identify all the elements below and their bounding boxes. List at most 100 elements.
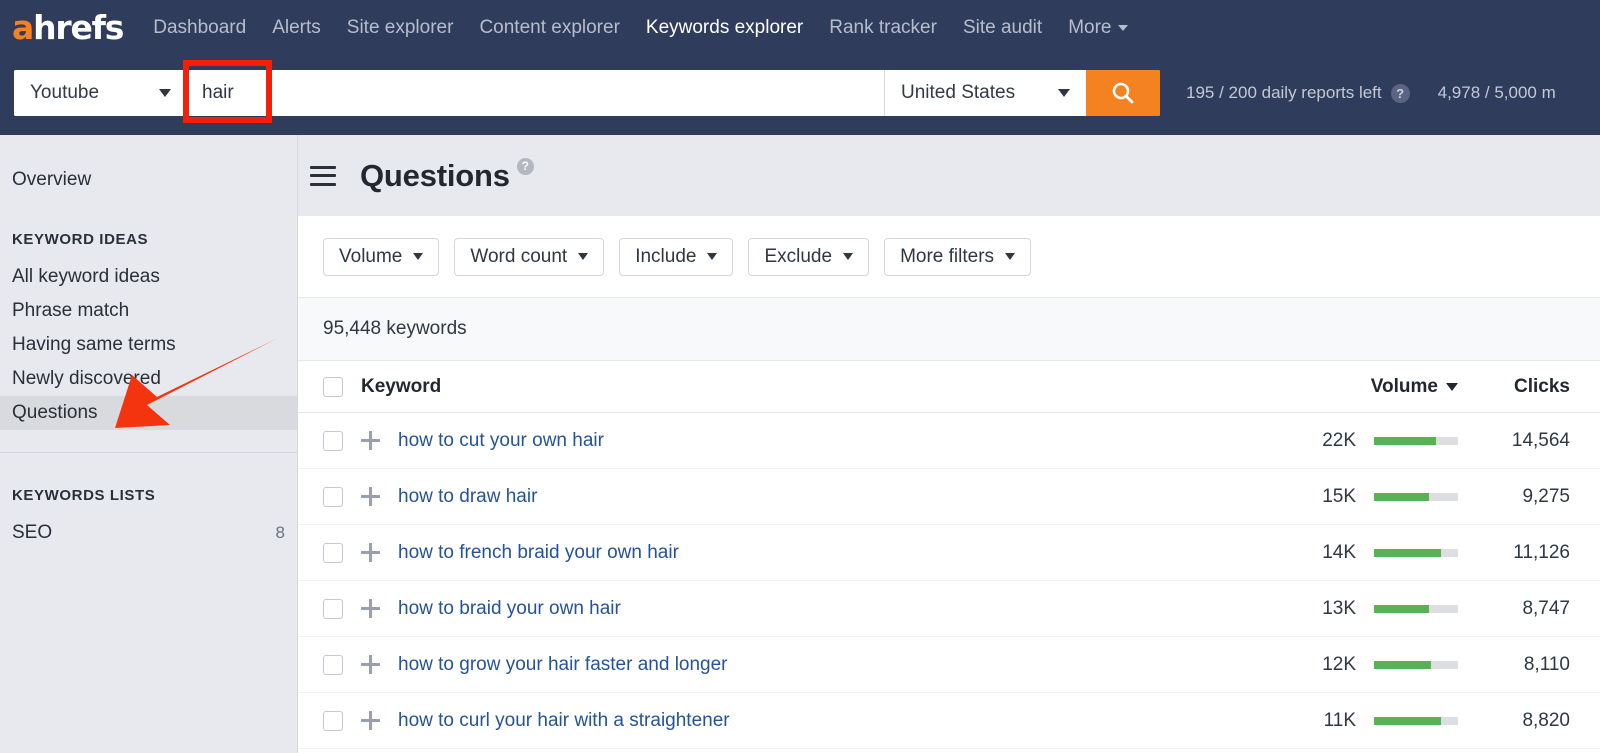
select-all-checkbox[interactable] [323, 376, 343, 397]
volume-value: 13K [1322, 597, 1356, 619]
nav-item-rank-tracker[interactable]: Rank tracker [829, 18, 937, 37]
search-engine-value: Youtube [30, 82, 100, 103]
chevron-down-icon [707, 253, 718, 260]
clicks-value: 11,126 [1513, 541, 1570, 563]
sidebar-item-all-keyword-ideas[interactable]: All keyword ideas [0, 260, 297, 294]
search-submit-button[interactable] [1086, 70, 1160, 116]
help-icon[interactable]: ? [1390, 83, 1410, 103]
search-query-input[interactable] [186, 70, 884, 116]
sidebar-item-phrase-match[interactable]: Phrase match [0, 294, 297, 328]
volume-bar [1374, 548, 1458, 557]
keyword-link[interactable]: how to curl your hair with a straightene… [398, 710, 1256, 732]
nav-item-site-audit[interactable]: Site audit [963, 18, 1042, 37]
column-header-keyword[interactable]: Keyword [361, 376, 1256, 398]
search-icon [1112, 82, 1134, 104]
row-checkbox[interactable] [323, 598, 343, 619]
top-navigation-bar: a hrefs Dashboard Alerts Site explorer Co… [0, 0, 1600, 135]
keyword-link[interactable]: how to cut your own hair [398, 430, 1256, 452]
hamburger-line [310, 174, 336, 177]
sidebar-item-label: Overview [12, 169, 92, 190]
search-engine-select[interactable]: Youtube [14, 70, 186, 116]
nav-item-site-explorer[interactable]: Site explorer [347, 18, 454, 37]
add-keyword-icon[interactable] [361, 599, 380, 618]
column-header-volume-label: Volume [1370, 375, 1438, 397]
nav-label: Site explorer [346, 17, 454, 38]
ahrefs-logo[interactable]: a hrefs [12, 11, 124, 44]
results-count: 95,448 keywords [323, 318, 467, 339]
filter-more-filters-button[interactable]: More filters [884, 237, 1032, 276]
volume-bar [1374, 604, 1458, 613]
sidebar-item-having-same-terms[interactable]: Having same terms [0, 328, 297, 362]
nav-item-more[interactable]: More [1068, 17, 1129, 38]
table-row[interactable]: how to grow your hair faster and longer 1… [298, 637, 1600, 693]
app-root: a hrefs Dashboard Alerts Site explorer Co… [0, 0, 1600, 753]
column-header-volume[interactable]: Volume [1256, 376, 1458, 398]
sidebar-item-label: SEO [12, 522, 53, 543]
sidebar: Overview KEYWORD IDEAS All keyword ideas… [0, 135, 298, 753]
row-checkbox[interactable] [323, 654, 343, 675]
sidebar-item-seo-list[interactable]: SEO 8 [0, 516, 297, 550]
sidebar-divider [0, 452, 297, 453]
chevron-down-icon [1118, 24, 1129, 31]
nav-label: Dashboard [153, 17, 247, 38]
help-icon[interactable]: ? [516, 157, 534, 175]
clicks-value: 9,275 [1522, 485, 1570, 507]
table-row[interactable]: how to cut your own hair 22K 14,564 [298, 413, 1600, 469]
volume-value: 22K [1322, 429, 1356, 451]
add-keyword-icon[interactable] [361, 711, 380, 730]
nav-item-keywords-explorer[interactable]: Keywords explorer [646, 18, 803, 37]
filter-bar: Volume Word count Include Exclude More f… [298, 216, 1600, 298]
row-checkbox[interactable] [323, 430, 343, 451]
chevron-down-icon [843, 253, 854, 260]
row-checkbox[interactable] [323, 710, 343, 731]
filter-exclude-button[interactable]: Exclude [748, 237, 870, 276]
clicks-value: 8,110 [1523, 653, 1570, 675]
country-select[interactable]: United States [884, 70, 1086, 116]
keyword-link[interactable]: how to french braid your own hair [398, 542, 1256, 564]
keyword-link[interactable]: how to draw hair [398, 486, 1256, 508]
volume-bar [1374, 492, 1458, 501]
page-header: Questions ? [298, 135, 1600, 216]
filter-word-count-button[interactable]: Word count [454, 237, 605, 276]
sidebar-heading-keyword-ideas: KEYWORD IDEAS [12, 231, 149, 248]
sidebar-item-label: Having same terms [12, 334, 176, 355]
add-keyword-icon[interactable] [361, 431, 380, 450]
sidebar-heading-keywords-lists: KEYWORDS LISTS [12, 487, 156, 504]
volume-cell: 12K [1256, 654, 1458, 676]
sidebar-item-overview[interactable]: Overview [0, 163, 297, 197]
filter-include-button[interactable]: Include [619, 237, 734, 276]
monthly-rows-quota: 4,978 / 5,000 m [1437, 83, 1556, 102]
sidebar-item-label: Phrase match [12, 300, 130, 321]
sidebar-item-questions[interactable]: Questions [0, 396, 297, 430]
sidebar-item-newly-discovered[interactable]: Newly discovered [0, 362, 297, 396]
filter-label: More filters [900, 245, 995, 267]
nav-item-alerts[interactable]: Alerts [272, 18, 321, 37]
hamburger-line [310, 182, 336, 186]
nav-label: Keywords explorer [645, 17, 804, 38]
row-checkbox[interactable] [323, 486, 343, 507]
nav-label: More [1068, 17, 1112, 38]
column-header-clicks[interactable]: Clicks [1458, 376, 1600, 398]
table-body: how to cut your own hair 22K 14,564 how to … [298, 413, 1600, 749]
table-row[interactable]: how to braid your own hair 13K 8,747 [298, 581, 1600, 637]
add-keyword-icon[interactable] [361, 543, 380, 562]
volume-value: 15K [1322, 485, 1356, 507]
row-checkbox[interactable] [323, 542, 343, 563]
volume-cell: 22K [1256, 430, 1458, 452]
table-row[interactable]: how to french braid your own hair 14K 11,1… [298, 525, 1600, 581]
add-keyword-icon[interactable] [361, 655, 380, 674]
hamburger-line [310, 165, 336, 169]
filter-volume-button[interactable]: Volume [323, 237, 440, 276]
table-row[interactable]: how to draw hair 15K 9,275 [298, 469, 1600, 525]
table-row[interactable]: how to curl your hair with a straightene… [298, 693, 1600, 749]
volume-bar [1374, 716, 1458, 725]
hamburger-icon[interactable] [310, 165, 336, 186]
search-bar: Youtube United States [14, 70, 1160, 116]
sidebar-item-count: 8 [275, 523, 285, 542]
nav-item-dashboard[interactable]: Dashboard [153, 18, 246, 37]
add-keyword-icon[interactable] [361, 487, 380, 506]
nav-item-content-explorer[interactable]: Content explorer [479, 18, 619, 37]
keyword-link[interactable]: how to braid your own hair [398, 598, 1256, 620]
keyword-link[interactable]: how to grow your hair faster and longer [398, 654, 1256, 676]
chevron-down-icon [159, 89, 171, 97]
